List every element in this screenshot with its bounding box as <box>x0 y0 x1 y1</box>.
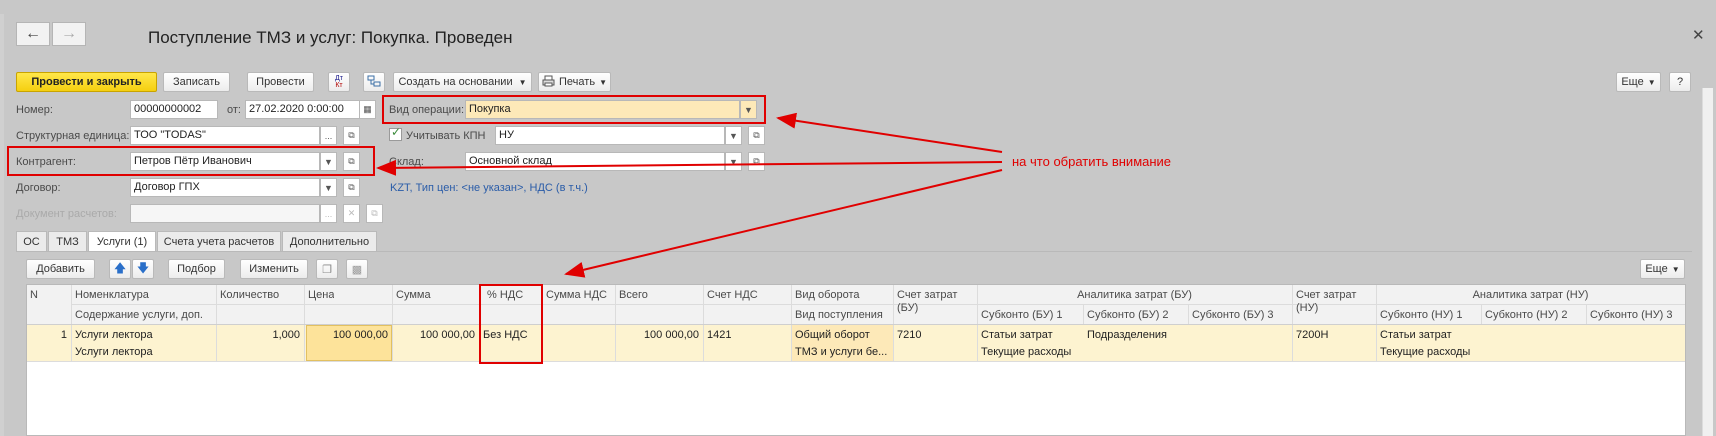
arrow-to-counterparty <box>376 159 1003 176</box>
arrow-to-operation <box>776 112 1003 153</box>
annotation-arrows <box>376 112 1003 278</box>
arrow-to-vat-rate <box>564 169 1003 278</box>
